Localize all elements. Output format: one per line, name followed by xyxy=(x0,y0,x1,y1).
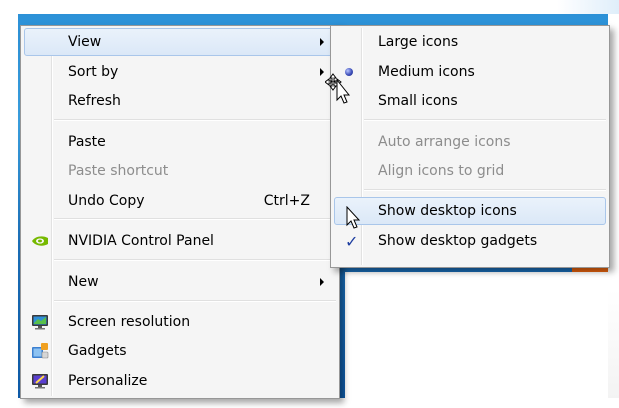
menu-item-label: Screen resolution xyxy=(68,314,191,330)
submenu-arrow-icon xyxy=(320,38,324,46)
menu-item-auto-arrange-icons[interactable]: Auto arrange icons xyxy=(334,128,606,156)
menu-item-medium-icons[interactable]: Medium icons xyxy=(334,58,606,86)
arrow-cursor-icon xyxy=(346,206,361,229)
menu-item-show-desktop-icons[interactable]: Show desktop icons xyxy=(334,197,606,225)
screen-resolution-icon xyxy=(30,312,50,332)
menu-item-label: Personalize xyxy=(68,373,148,389)
menu-separator xyxy=(54,119,336,121)
menu-item-paste-shortcut[interactable]: Paste shortcut xyxy=(24,157,336,185)
menu-separator xyxy=(54,259,336,261)
menu-item-label: Paste xyxy=(68,134,106,150)
personalize-icon xyxy=(30,371,50,391)
desktop-top-strip xyxy=(0,0,619,14)
view-submenu: Large icons Medium icons Small icons Aut… xyxy=(330,25,610,268)
menu-item-label: Show desktop gadgets xyxy=(378,233,538,249)
menu-separator xyxy=(54,218,336,220)
desktop-context-menu: View Sort by Refresh Paste Paste shortcu… xyxy=(20,25,340,399)
menu-item-new[interactable]: New xyxy=(24,268,336,296)
menu-item-large-icons[interactable]: Large icons xyxy=(334,28,606,56)
menu-item-undo-copy[interactable]: Undo Copy Ctrl+Z xyxy=(24,187,336,215)
menu-item-align-icons-to-grid[interactable]: Align icons to grid xyxy=(334,157,606,185)
menu-item-gadgets[interactable]: Gadgets xyxy=(24,337,336,365)
menu-item-sort-by[interactable]: Sort by xyxy=(24,58,336,86)
gadgets-icon xyxy=(30,341,50,361)
menu-item-small-icons[interactable]: Small icons xyxy=(334,87,606,115)
menu-item-label: Show desktop icons xyxy=(378,203,517,219)
menu-separator xyxy=(364,189,606,191)
desktop-window-area xyxy=(345,272,619,408)
menu-item-label: Sort by xyxy=(68,64,119,80)
menu-item-show-desktop-gadgets[interactable]: ✓ Show desktop gadgets xyxy=(334,227,606,255)
menu-item-view[interactable]: View xyxy=(24,28,336,56)
menu-item-label: NVIDIA Control Panel xyxy=(68,233,214,249)
menu-item-label: Undo Copy xyxy=(68,193,145,209)
nvidia-icon xyxy=(30,231,50,251)
menu-item-label: New xyxy=(68,274,99,290)
menu-item-label: Small icons xyxy=(378,93,458,109)
menu-item-screen-resolution[interactable]: Screen resolution xyxy=(24,308,336,336)
menu-item-nvidia-control-panel[interactable]: NVIDIA Control Panel xyxy=(24,227,336,255)
menu-item-refresh[interactable]: Refresh xyxy=(24,87,336,115)
menu-item-personalize[interactable]: Personalize xyxy=(24,367,336,395)
checkmark-icon: ✓ xyxy=(345,232,359,251)
menu-item-label: Refresh xyxy=(68,93,121,109)
submenu-arrow-icon xyxy=(320,278,324,286)
desktop-bottom-strip xyxy=(0,398,619,408)
menu-item-paste[interactable]: Paste xyxy=(24,128,336,156)
menu-item-label: Medium icons xyxy=(378,64,475,80)
menu-separator xyxy=(54,300,336,302)
menu-item-label: Align icons to grid xyxy=(378,163,505,179)
menu-item-label: View xyxy=(68,34,102,50)
menu-item-label: Paste shortcut xyxy=(68,163,169,179)
menu-item-label: Auto arrange icons xyxy=(378,134,511,150)
desktop-left-strip xyxy=(0,14,18,408)
move-cursor-icon xyxy=(325,73,351,104)
menu-item-shortcut: Ctrl+Z xyxy=(263,193,310,209)
menu-item-label: Large icons xyxy=(378,34,459,50)
submenu-arrow-icon xyxy=(320,68,324,76)
menu-separator xyxy=(364,119,606,121)
menu-item-label: Gadgets xyxy=(68,343,127,359)
